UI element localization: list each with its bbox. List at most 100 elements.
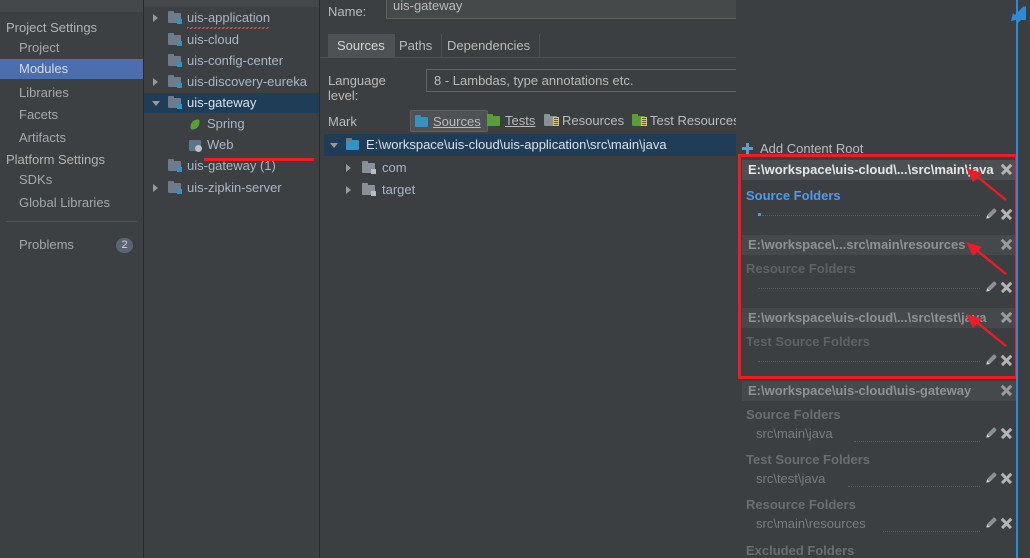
web-icon [188,138,202,152]
module-folder-icon [168,33,182,47]
test-source-folders-label: Test Source Folders [746,334,871,349]
mark-as-sources-label: Sources [433,114,481,129]
edit-folder-icon[interactable] [986,427,998,439]
annotation-red-underline [204,158,314,161]
tree-row-uis-zipkin-server[interactable]: uis-zipkin-server [144,178,319,198]
module-tree[interactable]: uis-application uis-cloud uis-config-cen… [144,0,320,558]
resource-folder-value: src\main\resources [756,516,866,531]
edit-folder-icon[interactable] [986,517,998,529]
chevron-down-icon[interactable] [330,143,338,148]
mark-as-sources-button[interactable]: Sources [410,110,488,132]
module-folder-icon [168,11,182,25]
tree-row-web-facet[interactable]: Web [144,135,319,155]
chevron-right-icon[interactable] [153,14,158,22]
sidebar-item-facets[interactable]: Facets [0,105,143,125]
test-source-folders-label: Test Source Folders [746,452,871,467]
tree-row-spring-facet[interactable]: Spring [144,114,319,134]
sidebar-item-project[interactable]: Project [0,38,143,58]
tree-row-uis-cloud[interactable]: uis-cloud [144,30,319,50]
sidebar-item-libraries[interactable]: Libraries [0,83,143,103]
mark-as-tests-button[interactable]: Tests [483,110,541,132]
content-root-header-main-java[interactable]: E:\workspace\uis-cloud\...\src\main\java [742,160,1016,180]
remove-folder-icon[interactable] [1000,472,1013,485]
tab-paths[interactable]: Paths [390,34,443,57]
module-folder-icon [168,181,182,195]
resources-folder-icon [544,114,559,127]
module-folder-icon [168,159,182,173]
sidebar-item-artifacts[interactable]: Artifacts [0,128,143,148]
mark-as-resources-label: Resources [562,113,625,128]
remove-folder-icon[interactable] [1000,281,1013,294]
sidebar-item-sdks[interactable]: SDKs [0,170,143,190]
tree-row-uis-config-center[interactable]: uis-config-center [144,51,319,71]
remove-content-root-icon[interactable] [1000,238,1013,251]
content-tree-label: com [382,160,407,175]
tab-dependencies[interactable]: Dependencies [438,34,541,57]
edit-folder-icon[interactable] [986,354,998,366]
test-resources-folder-icon [632,114,647,127]
package-folder-icon [362,183,376,197]
mark-as-test-resources-button[interactable]: Test Resources [628,110,746,132]
source-folders-label: Source Folders [746,407,841,422]
mark-as-tests-label: Tests [505,113,536,128]
language-level-label: Language level: [328,73,386,103]
tree-row-uis-gateway[interactable]: uis-gateway [144,93,319,113]
tree-row-label: uis-application [187,8,271,29]
content-tree-row-target[interactable]: target [324,180,739,200]
project-structure-dialog: Project Settings Project Modules Librari… [0,0,1030,558]
edit-folder-icon[interactable] [986,472,998,484]
sidebar-item-modules[interactable]: Modules [0,59,143,79]
remove-folder-icon[interactable] [1000,427,1013,440]
mark-as-resources-button[interactable]: Resources [540,110,630,132]
add-content-root-label: Add Content Root [760,141,864,156]
dotted-leader [848,485,980,487]
spring-leaf-icon [188,117,202,131]
chevron-right-icon[interactable] [346,164,351,172]
tab-sources[interactable]: Sources [328,34,395,57]
mark-as-test-resources-label: Test Resources [650,113,740,128]
resource-folders-label: Resource Folders [746,497,856,512]
sidebar-group-platform-settings: Platform Settings [6,152,105,167]
module-folder-icon [168,75,182,89]
source-folder-icon [346,138,360,152]
sidebar-item-global-libraries[interactable]: Global Libraries [0,193,143,213]
module-folder-icon [168,54,182,68]
sidebar-divider [6,221,137,222]
content-root-header-main-resources[interactable]: E:\workspace\...src\main\resources [742,235,1016,255]
chevron-down-icon[interactable] [152,101,160,106]
tests-folder-icon [487,114,501,127]
module-name-label: Name: [328,4,367,19]
tree-row-uis-discovery-eureka[interactable]: uis-discovery-eureka [144,72,319,92]
chevron-right-icon[interactable] [153,184,158,192]
chevron-right-icon[interactable] [346,186,351,194]
sidebar-top-strip [0,0,143,12]
module-folder-icon [168,96,182,110]
tree-row-label: uis-zipkin-server [187,180,282,195]
edit-folder-icon[interactable] [986,281,998,293]
tree-row-uis-application[interactable]: uis-application [144,8,319,29]
edit-folder-icon[interactable] [986,208,998,220]
remove-content-root-icon[interactable] [1000,163,1013,176]
problems-count-badge: 2 [116,238,133,253]
chevron-right-icon[interactable] [153,78,158,86]
content-root-header-uis-gateway[interactable]: E:\workspace\uis-cloud\uis-gateway [742,381,1016,401]
source-folder-bullet [758,213,761,216]
right-panel-top-spacer [736,0,1016,134]
remove-content-root-icon[interactable] [1000,311,1013,324]
settings-sidebar: Project Settings Project Modules Librari… [0,0,144,558]
remove-folder-icon[interactable] [1000,517,1013,530]
mouse-cursor-icon [1011,5,1027,24]
content-root-tree-row[interactable]: E:\workspace\uis-cloud\uis-application\s… [324,134,739,156]
remove-content-root-icon[interactable] [1000,384,1013,397]
plus-icon [742,143,753,154]
add-content-root-button[interactable]: Add Content Root [742,139,863,158]
panel-resize-divider[interactable] [1016,0,1018,558]
remove-folder-icon[interactable] [1000,208,1013,221]
tree-row-label: Spring [207,116,245,131]
remove-folder-icon[interactable] [1000,354,1013,367]
package-folder-icon [362,161,376,175]
dotted-leader [854,440,980,442]
language-level-select[interactable]: 8 - Lambdas, type annotations etc. [426,69,781,92]
content-tree-row-com[interactable]: com [324,158,739,178]
content-root-header-test-java[interactable]: E:\workspace\uis-cloud\...\src\test\java [742,308,1016,328]
